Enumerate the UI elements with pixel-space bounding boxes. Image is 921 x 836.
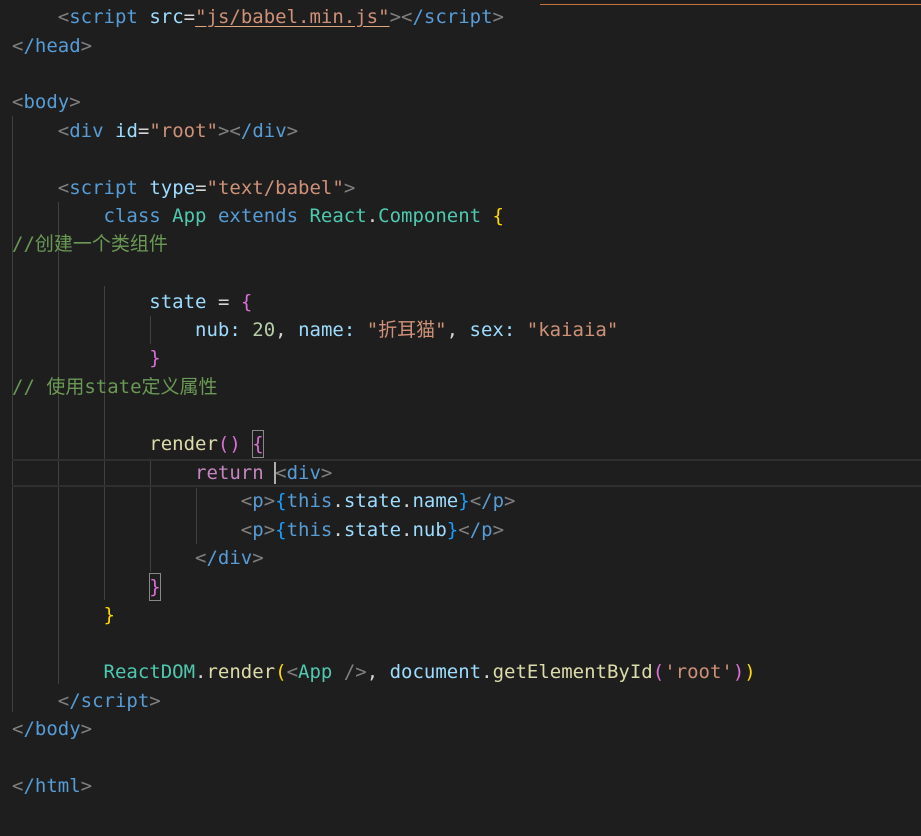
code-line[interactable]: nub: 20, name: "折耳猫", sex: "kaiaia": [12, 316, 618, 344]
code-line[interactable]: </html>: [12, 772, 92, 800]
code-line[interactable]: </body>: [12, 715, 92, 743]
code-line[interactable]: <script src="js/babel.min.js"></script>: [12, 3, 504, 31]
code-line[interactable]: <script type="text/babel">: [12, 174, 356, 202]
code-line[interactable]: return <div>: [12, 459, 332, 487]
text-caret: [274, 462, 276, 484]
code-line[interactable]: render() {: [12, 430, 264, 458]
code-line[interactable]: <div id="root"></div>: [12, 117, 298, 145]
top-highlight-bar: [540, 0, 921, 5]
code-line[interactable]: </script>: [12, 687, 161, 715]
code-line[interactable]: <p>{this.state.nub}</p>: [12, 516, 504, 544]
code-comment[interactable]: //创建一个类组件: [12, 230, 168, 258]
code-line[interactable]: }: [12, 573, 161, 601]
code-line[interactable]: }: [12, 344, 160, 372]
code-line[interactable]: class App extends React.Component {: [12, 202, 504, 230]
code-line[interactable]: ReactDOM.render(<App />, document.getEle…: [12, 658, 756, 686]
code-line[interactable]: <body>: [12, 88, 81, 116]
code-line[interactable]: <p>{this.state.name}</p>: [12, 487, 516, 515]
code-editor[interactable]: <script src="js/babel.min.js"></script> …: [0, 0, 921, 836]
code-line[interactable]: state = {: [12, 288, 252, 316]
code-comment[interactable]: // 使用state定义属性: [12, 373, 218, 401]
code-line[interactable]: }: [12, 601, 115, 629]
code-line[interactable]: </div>: [12, 544, 264, 572]
code-line[interactable]: </head>: [12, 32, 92, 60]
